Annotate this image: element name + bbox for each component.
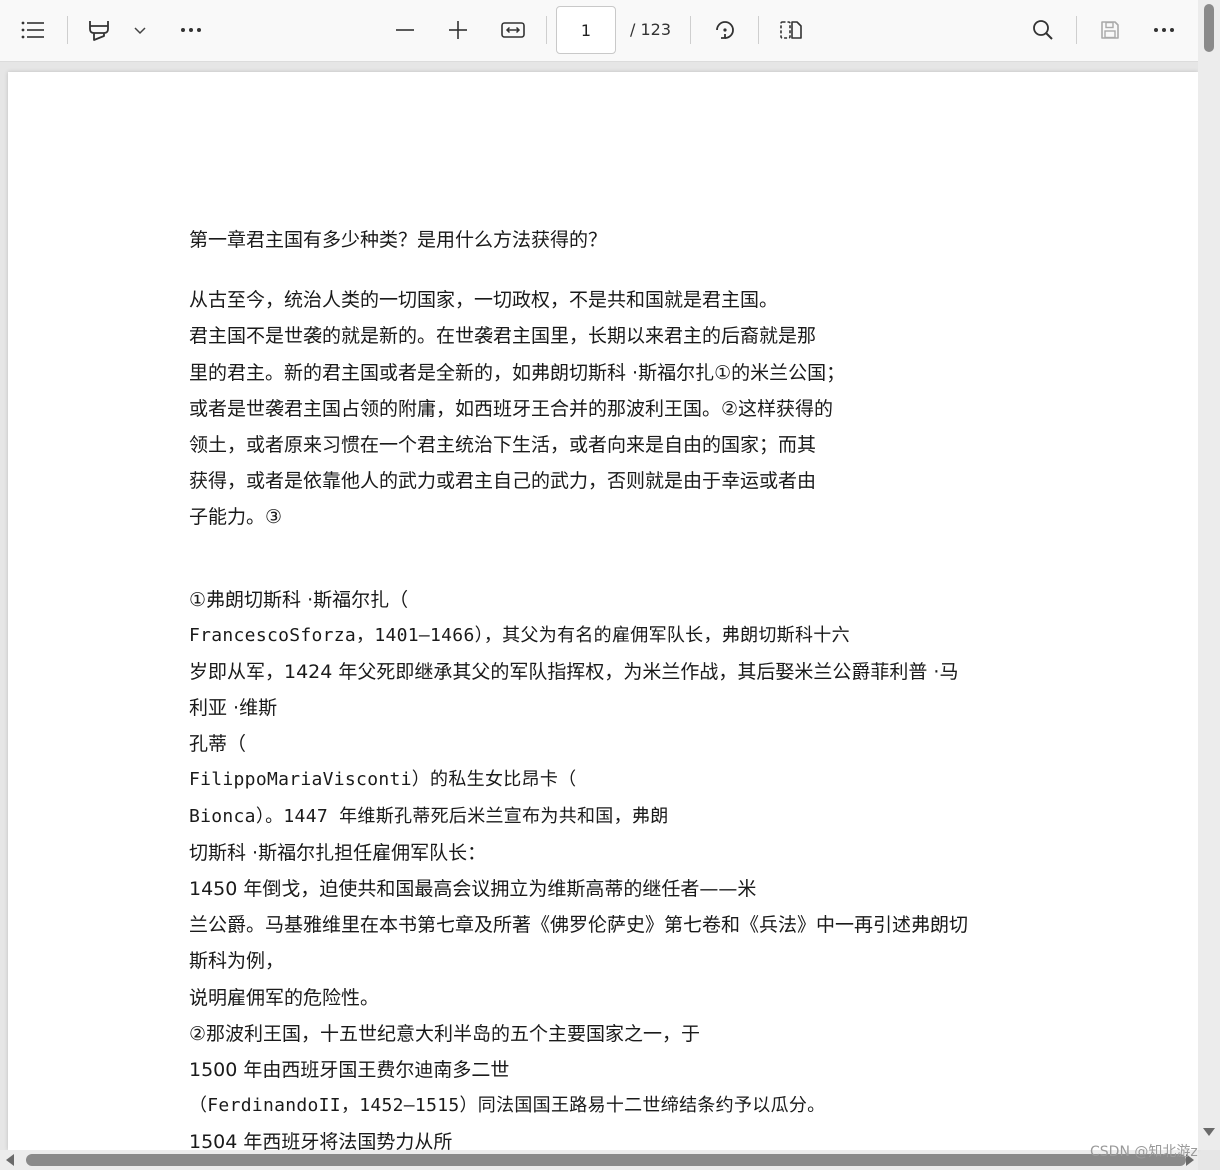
- fit-width-icon: [501, 22, 525, 38]
- footnote-line: （FerdinandoII，1452—1515）同法国国王路易十二世缔结条约予以…: [189, 1095, 826, 1117]
- save-button[interactable]: [1091, 11, 1129, 49]
- scroll-down-arrow-icon[interactable]: [1203, 1128, 1215, 1136]
- text-line: 或者是世袭君主国占领的附庸，如西班牙王合并的那波利王国。②这样获得的: [189, 397, 834, 420]
- zoom-in-icon: [449, 21, 467, 39]
- footnote-line: Bionca）。1447 年维斯孔蒂死后米兰宣布为共和国，弗朗: [189, 805, 669, 827]
- vertical-scrollbar[interactable]: [1198, 0, 1220, 1150]
- save-icon: [1101, 21, 1119, 39]
- horizontal-scrollbar[interactable]: [0, 1150, 1198, 1170]
- footnote-line: ②那波利王国，十五世纪意大利半岛的五个主要国家之一，于: [189, 1022, 701, 1045]
- footnote-line: 1500 年由西班牙国王费尔迪南多二世: [189, 1058, 510, 1081]
- toolbar: / 123: [0, 0, 1198, 62]
- text-line: 从古至今，统治人类的一切国家，一切政权，不是共和国就是君主国。: [189, 289, 779, 312]
- footnote-line: ①弗朗切斯科 ·斯福尔扎（: [189, 588, 409, 611]
- text-line: 里的君主。新的君主国或者是全新的，如弗朗切斯科 ·斯福尔扎①的米兰公国；: [189, 361, 846, 384]
- chevron-down-icon: [134, 27, 146, 35]
- page-total-label: / 123: [630, 20, 672, 39]
- page-number-input[interactable]: [556, 6, 616, 54]
- search-button[interactable]: [1024, 11, 1062, 49]
- search-icon: [1033, 20, 1053, 40]
- vertical-scroll-thumb[interactable]: [1204, 4, 1214, 52]
- pdf-viewer: / 123 第一章君主国有多少种类？是用什么方法获得的？ 从古至今，统治人类的一…: [0, 0, 1220, 1170]
- zoom-in-button[interactable]: [439, 11, 477, 49]
- text-line: 领土，或者原来习惯在一个君主统治下生活，或者向来是自由的国家；而其: [189, 433, 817, 456]
- footnote-line: 切斯科 ·斯福尔扎担任雇佣军队长：: [189, 841, 487, 864]
- footnote-line: 利亚 ·维斯: [189, 697, 278, 720]
- footnote-line: 岁即从军，1424 年父死即继承其父的军队指挥权，为米兰作战，其后娶米兰公爵菲利…: [189, 660, 959, 683]
- chapter-title: 第一章君主国有多少种类？是用什么方法获得的？: [189, 229, 608, 251]
- toolbar-divider: [758, 16, 759, 44]
- footnote-line: 1504 年西班牙将法国势力从所: [189, 1131, 453, 1150]
- draw-button[interactable]: [80, 11, 118, 49]
- watermark: CSDN @知北游z: [1090, 1144, 1198, 1160]
- footnote-line: 1450 年倒戈，迫使共和国最高会议拥立为维斯高蒂的继任者——米: [189, 878, 757, 900]
- rotate-icon: [716, 21, 734, 39]
- contents-button[interactable]: [14, 11, 52, 49]
- more-options-button[interactable]: [1145, 11, 1183, 49]
- text-line: 子能力。③: [189, 506, 283, 529]
- zoom-out-button[interactable]: [386, 11, 424, 49]
- contents-icon: [21, 21, 44, 39]
- page-text: 第一章君主国有多少种类？是用什么方法获得的？ 从古至今，统治人类的一切国家，一切…: [189, 222, 1089, 1150]
- text-line: 君主国不是世袭的就是新的。在世袭君主国里，长期以来君主的后裔就是那: [189, 325, 817, 348]
- horizontal-scroll-thumb[interactable]: [26, 1154, 1186, 1166]
- page-view-icon: [780, 21, 802, 39]
- fit-width-button[interactable]: [494, 11, 532, 49]
- toolbar-divider: [67, 16, 68, 44]
- draw-icon: [89, 21, 109, 41]
- rotate-button[interactable]: [706, 11, 744, 49]
- text-line: 获得，或者是依靠他人的武力或君主自己的武力，否则就是由于幸运或者由: [189, 470, 817, 493]
- footnote-line: 斯科为例，: [189, 950, 285, 973]
- toolbar-divider: [546, 16, 547, 44]
- footnote-line: FilippoMariaVisconti）的私生女比昂卡（: [189, 769, 577, 791]
- scroll-left-arrow-icon[interactable]: [6, 1154, 14, 1166]
- page-view-button[interactable]: [772, 11, 810, 49]
- more-icon: [181, 28, 201, 32]
- more-tools-button[interactable]: [172, 11, 210, 49]
- toolbar-divider: [690, 16, 691, 44]
- toolbar-divider: [1076, 16, 1077, 44]
- more-options-icon: [1154, 28, 1174, 32]
- pdf-page: 第一章君主国有多少种类？是用什么方法获得的？ 从古至今，统治人类的一切国家，一切…: [8, 72, 1198, 1150]
- footnote-line: 兰公爵。马基雅维里在本书第七章及所著《佛罗伦萨史》第七卷和《兵法》中一再引述弗朗…: [189, 914, 969, 937]
- draw-options-button[interactable]: [128, 11, 152, 49]
- zoom-out-icon: [396, 29, 414, 31]
- footnote-line: 说明雇佣军的危险性。: [189, 986, 380, 1009]
- footnote-line: FrancescoSforza，1401—1466），其父为有名的雇佣军队长，弗…: [189, 624, 850, 646]
- footnote-line: 孔蒂（: [189, 733, 247, 756]
